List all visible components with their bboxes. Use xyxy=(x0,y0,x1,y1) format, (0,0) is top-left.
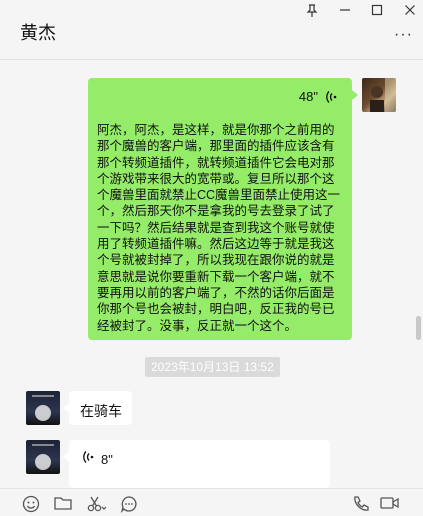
close-icon[interactable] xyxy=(401,4,419,20)
avatar-self[interactable] xyxy=(362,78,396,112)
voice-message-other[interactable]: 8" xyxy=(63,440,330,488)
message-text: 在骑车 xyxy=(80,403,122,419)
input-toolbar xyxy=(0,488,423,516)
voice-duration: 8" xyxy=(101,452,113,467)
avatar-other[interactable] xyxy=(26,391,60,425)
folder-icon[interactable] xyxy=(54,495,72,516)
minimize-icon[interactable] xyxy=(336,4,354,20)
video-call-icon[interactable] xyxy=(380,495,400,516)
chat-scrollbar[interactable] xyxy=(416,316,421,340)
voice-message-self[interactable]: 48" 阿杰，阿杰，是这样，就是你那个之前用的那个魔兽的客户端，那里面的插件应该… xyxy=(88,78,358,340)
voice-duration: 48" xyxy=(298,89,318,104)
chat-title: 黄杰 xyxy=(20,23,56,43)
scissors-icon[interactable] xyxy=(87,495,107,516)
voice-wave-icon[interactable] xyxy=(324,87,338,104)
chat-history-icon[interactable] xyxy=(120,495,138,516)
emoji-icon[interactable] xyxy=(22,495,40,516)
more-icon[interactable]: ··· xyxy=(394,26,413,44)
phone-icon[interactable] xyxy=(352,495,370,516)
message-timestamp: 2023年10月13日 13:52 xyxy=(145,357,280,377)
avatar-other[interactable] xyxy=(26,440,60,474)
chat-header: 黄杰 ··· xyxy=(0,0,423,60)
voice-wave-icon[interactable] xyxy=(81,450,95,467)
pin-icon[interactable] xyxy=(303,4,321,20)
text-message-other[interactable]: 在骑车 xyxy=(63,391,132,425)
maximize-icon[interactable] xyxy=(368,4,386,20)
voice-transcript: 阿杰，阿杰，是这样，就是你那个之前用的那个魔兽的客户端，那里面的插件应该含有那个… xyxy=(97,123,341,333)
chat-area[interactable]: 48" 阿杰，阿杰，是这样，就是你那个之前用的那个魔兽的客户端，那里面的插件应该… xyxy=(0,60,423,488)
